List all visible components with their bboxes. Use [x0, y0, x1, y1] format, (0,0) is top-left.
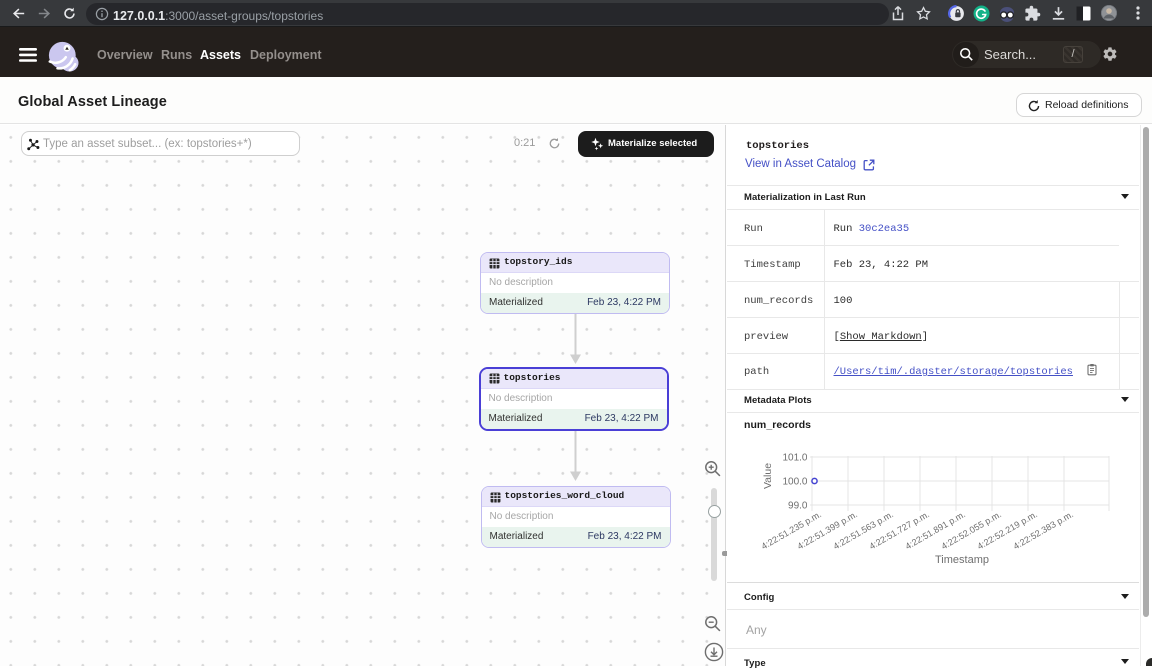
svg-text:Timestamp: Timestamp: [935, 554, 989, 566]
svg-text:101.0: 101.0: [782, 453, 807, 464]
svg-text:Value: Value: [762, 463, 774, 489]
svg-text:100.0: 100.0: [782, 477, 807, 488]
svg-text:4:22:51.235 p.m.: 4:22:51.235 p.m.: [759, 509, 823, 551]
svg-text:99.0: 99.0: [788, 501, 808, 512]
